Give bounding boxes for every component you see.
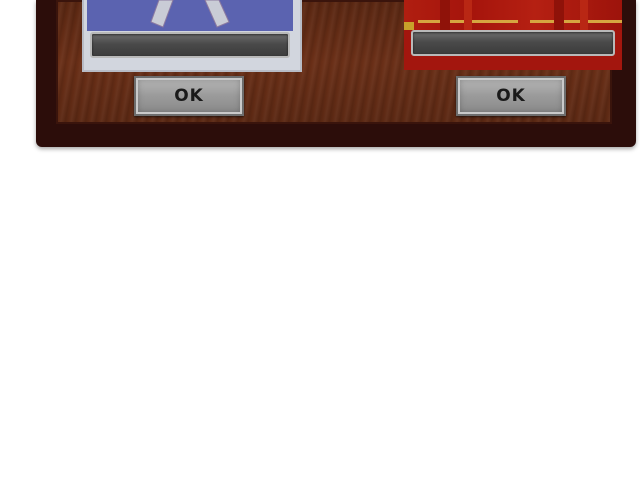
- dialog-frame: OK OK: [36, 0, 636, 147]
- right-ok-button[interactable]: OK: [456, 76, 566, 116]
- right-name-field[interactable]: [411, 30, 615, 56]
- left-name-field[interactable]: [90, 32, 290, 58]
- left-ok-button[interactable]: OK: [134, 76, 244, 116]
- right-option-card[interactable]: [404, 0, 622, 70]
- ribbon-art: [87, 0, 293, 31]
- curtain-icon: [404, 0, 622, 30]
- right-ok-label: OK: [496, 86, 526, 106]
- left-ok-label: OK: [174, 86, 204, 106]
- curtain-art: [404, 0, 622, 30]
- ribbon-icon: [150, 0, 230, 28]
- left-option-card[interactable]: [82, 0, 302, 72]
- wood-panel: OK OK: [56, 0, 622, 124]
